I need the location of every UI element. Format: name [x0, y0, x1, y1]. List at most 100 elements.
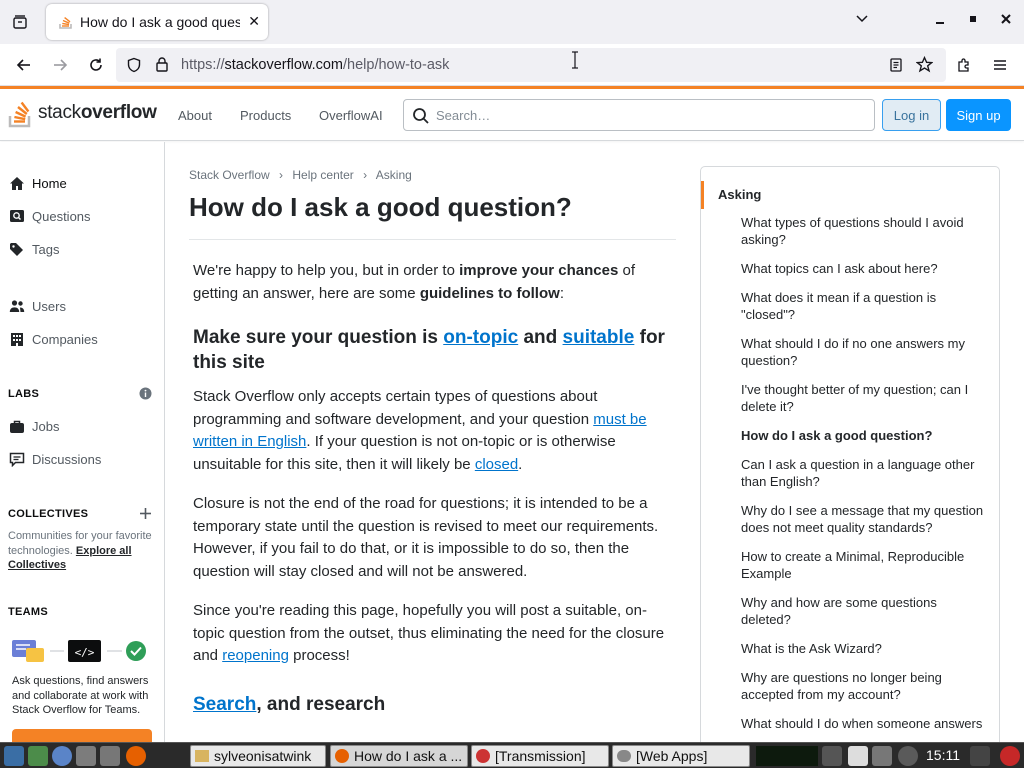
sidebar-item-discussions[interactable]: Discussions [8, 451, 101, 467]
so-topbar: stackoverflow About Products OverflowAI … [0, 89, 1024, 141]
sidebar-item-label: Jobs [32, 418, 60, 434]
tab-close-icon[interactable]: ✕ [248, 13, 260, 30]
minimize-icon[interactable] [934, 12, 946, 28]
on-topic-link[interactable]: on-topic [443, 327, 518, 348]
help-topic-link[interactable]: What should I do when someone answers [741, 715, 986, 732]
help-topic-link[interactable]: What types of questions should I avoid a… [741, 214, 986, 248]
clock: 15:11 [926, 747, 960, 763]
sidebar-item-tags[interactable]: Tags [8, 241, 59, 257]
suitable-link[interactable]: suitable [563, 327, 635, 348]
extensions-puzzle-icon[interactable] [951, 53, 977, 77]
maximize-icon[interactable] [967, 12, 979, 28]
stackoverflow-logo[interactable]: stackoverflow [8, 97, 157, 129]
nav-products[interactable]: Products [240, 108, 291, 123]
volume-tray-icon[interactable] [970, 746, 990, 766]
info-icon[interactable] [139, 387, 152, 405]
tag-icon [8, 241, 26, 257]
help-topic-link[interactable]: What does it mean if a question is "clos… [741, 289, 986, 323]
close-window-icon[interactable] [1000, 12, 1012, 28]
os-taskbar: sylveonisatwink How do I ask a ... [Tran… [0, 742, 1024, 768]
shield-icon[interactable] [126, 57, 142, 78]
search-input[interactable]: Search… [403, 99, 875, 131]
url-path: /help/how-to-ask [343, 57, 450, 73]
heading-text: Make sure your question is [193, 327, 444, 348]
help-topic-link[interactable]: Can I ask a question in a language other… [741, 456, 986, 490]
help-topic-link[interactable]: What is the Ask Wizard? [741, 640, 986, 657]
intro-bold: improve your chances [459, 262, 619, 279]
sidebar-item-label: Tags [32, 241, 60, 257]
help-topic-link[interactable]: What should I do if no one answers my qu… [741, 335, 986, 369]
url-bar[interactable]: https://stackoverflow.com/help/how-to-as… [116, 48, 946, 82]
back-arrow-icon[interactable] [11, 53, 37, 77]
breadcrumb-help-center[interactable]: Help center [292, 168, 353, 182]
home-icon [8, 175, 26, 191]
lock-icon[interactable] [154, 56, 170, 77]
taskbar-item-label: How do I ask a ... [354, 748, 463, 764]
network-tray-icon[interactable] [898, 746, 918, 766]
help-topic-link[interactable]: How to create a Minimal, Reproducible Ex… [741, 548, 986, 582]
bookmark-star-icon[interactable] [915, 55, 934, 78]
launcher-icon[interactable] [28, 746, 48, 766]
plus-icon[interactable] [139, 507, 152, 525]
chevron-down-icon[interactable] [855, 12, 869, 29]
url-domain: stackoverflow.com [224, 57, 343, 73]
paragraph-text: Stack Overflow only accepts certain type… [193, 388, 598, 428]
url-text[interactable]: https://stackoverflow.com/help/how-to-as… [181, 57, 449, 73]
taskbar-item-label: [Web Apps] [636, 748, 708, 764]
sidebar-item-jobs[interactable]: Jobs [8, 418, 59, 434]
briefcase-icon [8, 418, 26, 434]
taskbar-item-folder[interactable]: sylveonisatwink [190, 745, 326, 767]
sidebar-item-users[interactable]: Users [8, 298, 66, 314]
logo-word-overflow: overflow [80, 102, 157, 123]
globe-icon[interactable] [52, 746, 72, 766]
help-topic-active[interactable]: How do I ask a good question? [741, 427, 986, 444]
terminal-icon[interactable] [100, 746, 120, 766]
text-cursor-icon [570, 50, 580, 75]
help-topics-sidebar: Asking What types of questions should I … [700, 166, 1000, 766]
reopening-link[interactable]: reopening [222, 647, 289, 664]
help-topics-list: What types of questions should I avoid a… [741, 214, 986, 744]
nav-overflowai[interactable]: OverflowAI [319, 108, 383, 123]
sidebar-item-label: Questions [32, 208, 91, 224]
reader-view-icon[interactable] [888, 57, 904, 78]
signup-button[interactable]: Sign up [946, 99, 1011, 131]
clipboard-tray-icon[interactable] [872, 746, 892, 766]
sidebar-item-label: Discussions [32, 451, 102, 467]
forward-arrow-icon[interactable] [47, 53, 73, 77]
login-button[interactable]: Log in [882, 99, 941, 131]
tab-list-icon[interactable] [8, 10, 32, 34]
taskbar-item-browser[interactable]: How do I ask a ... [330, 745, 468, 767]
sidebar-heading: Asking [701, 181, 999, 209]
nav-about[interactable]: About [178, 108, 212, 123]
search-tray-icon[interactable] [848, 746, 868, 766]
hamburger-menu-icon[interactable] [987, 53, 1013, 77]
browser-tab-active[interactable]: How do I ask a good question? ✕ [46, 4, 268, 40]
search-link[interactable]: Search [193, 694, 256, 715]
sidebar-item-questions[interactable]: Questions [8, 208, 91, 224]
taskbar-item-transmission[interactable]: [Transmission] [471, 745, 609, 767]
collectives-description: Communities for your favorite technologi… [8, 529, 158, 573]
help-topic-link[interactable]: Why do I see a message that my question … [741, 502, 986, 536]
taskbar-item-label: sylveonisatwink [214, 748, 312, 764]
help-topic-link[interactable]: I've thought better of my question; can … [741, 381, 986, 415]
files-icon[interactable] [76, 746, 96, 766]
power-icon[interactable] [1000, 746, 1020, 766]
sidebar-item-companies[interactable]: Companies [8, 331, 98, 347]
main-content: Stack Overflow › Help center › Asking Ho… [189, 142, 679, 742]
app-menu-icon[interactable] [4, 746, 24, 766]
firefox-icon[interactable] [126, 746, 146, 766]
breadcrumb-stackoverflow[interactable]: Stack Overflow [189, 168, 270, 182]
help-topic-link[interactable]: What topics can I ask about here? [741, 260, 986, 277]
sidebar-item-label: Users [32, 298, 66, 314]
reload-icon[interactable] [83, 53, 109, 77]
taskbar-item-webapps[interactable]: [Web Apps] [612, 745, 750, 767]
folder-icon [195, 750, 209, 762]
help-topic-link[interactable]: Why are questions no longer being accept… [741, 669, 986, 703]
breadcrumb-asking[interactable]: Asking [376, 168, 412, 182]
help-topic-link[interactable]: Why and how are some questions deleted? [741, 594, 986, 628]
teams-cta-button[interactable] [12, 729, 152, 742]
tray-icon[interactable] [822, 746, 842, 766]
sidebar-item-home[interactable]: Home [8, 175, 67, 191]
breadcrumb-chevron-icon: › [363, 168, 368, 182]
closed-link[interactable]: closed [475, 456, 518, 473]
